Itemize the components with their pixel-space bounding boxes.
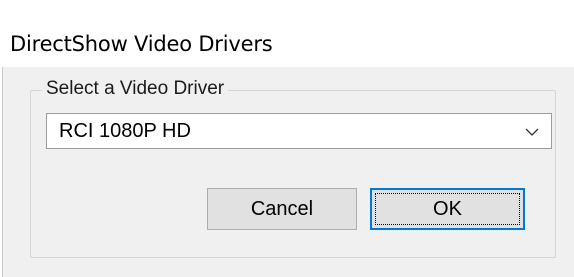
video-driver-dropdown[interactable]: RCI 1080P HD [46, 113, 552, 149]
title-bar[interactable]: DirectShow Video Drivers [0, 0, 574, 67]
ok-button[interactable]: OK [370, 188, 525, 230]
cancel-button[interactable]: Cancel [207, 188, 357, 230]
ok-button-label: OK [433, 198, 462, 220]
selected-driver-value: RCI 1080P HD [59, 120, 191, 142]
groupbox-label: Select a Video Driver [42, 76, 229, 102]
chevron-down-icon[interactable] [523, 123, 541, 141]
window-title: DirectShow Video Drivers [10, 32, 273, 56]
cancel-button-label: Cancel [250, 198, 314, 220]
dialog-window: g DirectShow Video Drivers Select a Vide… [0, 0, 574, 277]
